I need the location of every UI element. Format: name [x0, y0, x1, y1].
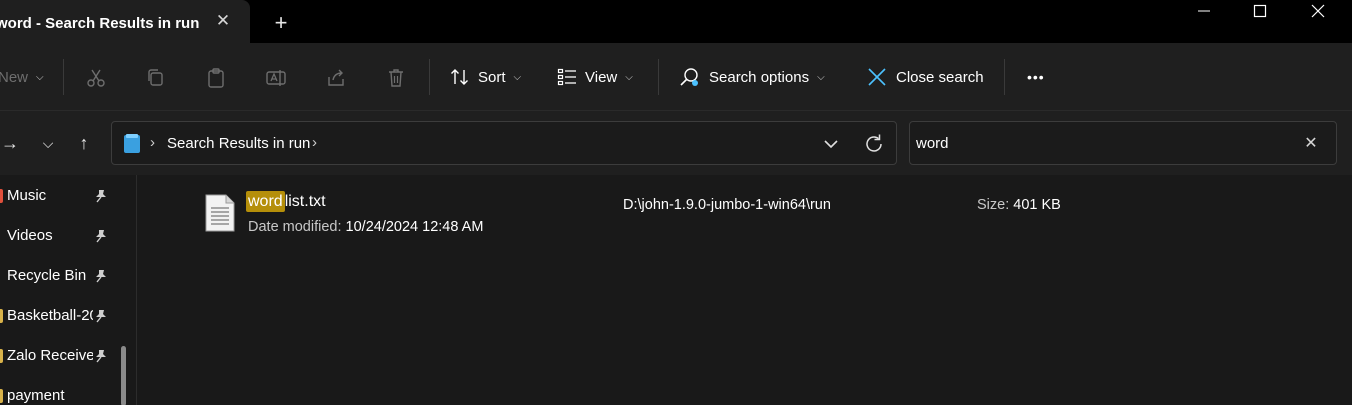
sort-label: Sort [478, 68, 506, 86]
tab-title: word - Search Results in run [0, 15, 200, 32]
breadcrumb-separator: › [150, 134, 155, 151]
sidebar-item-music[interactable]: Music [0, 181, 125, 211]
file-name-rest: list.txt [284, 193, 326, 210]
address-row: → ⌵ ↑ › Search Results in run › word ✕ [0, 111, 1352, 175]
window-tab[interactable]: word - Search Results in run ✕ [0, 0, 250, 43]
address-dropdown-icon[interactable] [820, 133, 842, 155]
breadcrumb-separator[interactable]: › [312, 134, 317, 151]
share-icon[interactable] [325, 67, 347, 89]
clear-search-icon[interactable]: ✕ [1300, 133, 1322, 155]
new-tab-button[interactable]: + [270, 12, 292, 34]
folder-icon [0, 309, 3, 323]
sort-icon [451, 69, 468, 85]
search-match-highlight: word [246, 191, 285, 212]
maximize-button[interactable] [1232, 0, 1288, 24]
close-window-icon [1311, 4, 1325, 18]
text-file-icon [205, 194, 235, 232]
minimize-button[interactable] [1176, 0, 1232, 24]
divider [429, 59, 430, 95]
sidebar-item-basketball[interactable]: Basketball-2024 [0, 301, 125, 331]
rename-icon[interactable] [265, 67, 287, 89]
chevron-down-icon: ⌵ [625, 71, 633, 83]
close-search-label: Close search [896, 68, 984, 86]
close-search-icon [868, 68, 886, 86]
file-size-value: 401 KB [1013, 197, 1061, 213]
close-tab-icon[interactable]: ✕ [213, 11, 233, 31]
sidebar-item-label: payment [7, 387, 65, 404]
search-input[interactable]: word [916, 135, 949, 152]
sidebar-item-videos[interactable]: Videos [0, 221, 125, 251]
refresh-icon[interactable] [862, 132, 886, 156]
search-options-button[interactable]: Search options ⌵ [679, 63, 825, 91]
view-button[interactable]: View ⌵ [557, 63, 633, 91]
divider [63, 59, 64, 95]
sidebar-scrollbar[interactable] [121, 346, 126, 405]
delete-icon[interactable] [385, 67, 407, 89]
search-box[interactable]: word ✕ [909, 121, 1337, 165]
file-size: Size: 401 KB [977, 197, 1061, 213]
forward-button[interactable]: → [0, 129, 24, 157]
music-folder-icon [0, 189, 3, 203]
title-bar: word - Search Results in run ✕ + [0, 0, 1352, 43]
command-bar: New ⌵ Sort ⌵ View ⌵ Search options ⌵ Clo… [0, 43, 1352, 111]
search-folder-icon [124, 134, 140, 153]
sidebar-item-label: Recycle Bin [7, 267, 87, 284]
file-size-key: Size: [977, 197, 1010, 213]
divider [1004, 59, 1005, 95]
sidebar-item-label: Zalo Received Files [7, 347, 93, 364]
date-modified-value: 10/24/2024 12:48 AM [345, 219, 484, 235]
chevron-down-icon: ⌵ [817, 71, 825, 83]
more-icon: ••• [1027, 69, 1045, 85]
result-item[interactable]: word list.txt Date modified: 10/24/2024 1… [198, 187, 1298, 243]
chevron-down-icon: ⌵ [513, 71, 522, 83]
pin-icon [96, 230, 106, 243]
file-path: D:\john-1.9.0-jumbo-1-win64\run [623, 197, 831, 213]
folder-icon [0, 349, 3, 363]
paste-icon[interactable] [205, 67, 227, 89]
recent-locations-button[interactable]: ⌵ [34, 129, 62, 157]
close-window-button[interactable] [1290, 0, 1346, 24]
up-button[interactable]: ↑ [70, 129, 98, 157]
close-search-button[interactable]: Close search [866, 63, 984, 91]
file-name: word list.txt [246, 191, 326, 212]
sidebar-item-label: Music [7, 187, 47, 204]
sidebar-item-recycle-bin[interactable]: Recycle Bin [0, 261, 125, 291]
date-modified: Date modified: 10/24/2024 12:48 AM [248, 219, 483, 235]
search-results: word list.txt Date modified: 10/24/2024 1… [138, 175, 1352, 405]
sidebar-item-payment[interactable]: payment [0, 381, 125, 405]
view-label: View [585, 68, 618, 86]
view-list-icon [557, 68, 576, 86]
cut-icon[interactable] [85, 67, 107, 89]
sidebar-item-label: Videos [7, 227, 53, 244]
pin-icon [96, 350, 106, 363]
date-modified-key: Date modified: [248, 219, 342, 235]
pin-icon [96, 190, 106, 203]
copy-icon[interactable] [145, 67, 167, 89]
address-bar[interactable]: › Search Results in run › [111, 121, 897, 165]
search-options-label: Search options [709, 68, 810, 86]
minimize-icon [1198, 10, 1210, 12]
navigation-pane: Music Videos Recycle Bin Basketball-2024… [0, 175, 137, 405]
maximize-icon [1253, 4, 1267, 18]
pin-icon [96, 270, 106, 283]
chevron-down-icon: ⌵ [36, 71, 44, 83]
breadcrumb-search-results[interactable]: Search Results in run [167, 135, 310, 152]
folder-icon [0, 389, 3, 403]
sidebar-item-zalo-received[interactable]: Zalo Received Files [0, 341, 125, 371]
pin-icon [96, 310, 106, 323]
new-label: New [0, 68, 29, 86]
search-options-icon [680, 68, 698, 86]
sort-button[interactable]: Sort ⌵ [450, 63, 521, 91]
new-button[interactable]: New ⌵ [0, 63, 44, 91]
sidebar-item-label: Basketball-2024 [7, 307, 93, 324]
divider [658, 59, 659, 95]
more-options-button[interactable]: ••• [1027, 63, 1045, 91]
